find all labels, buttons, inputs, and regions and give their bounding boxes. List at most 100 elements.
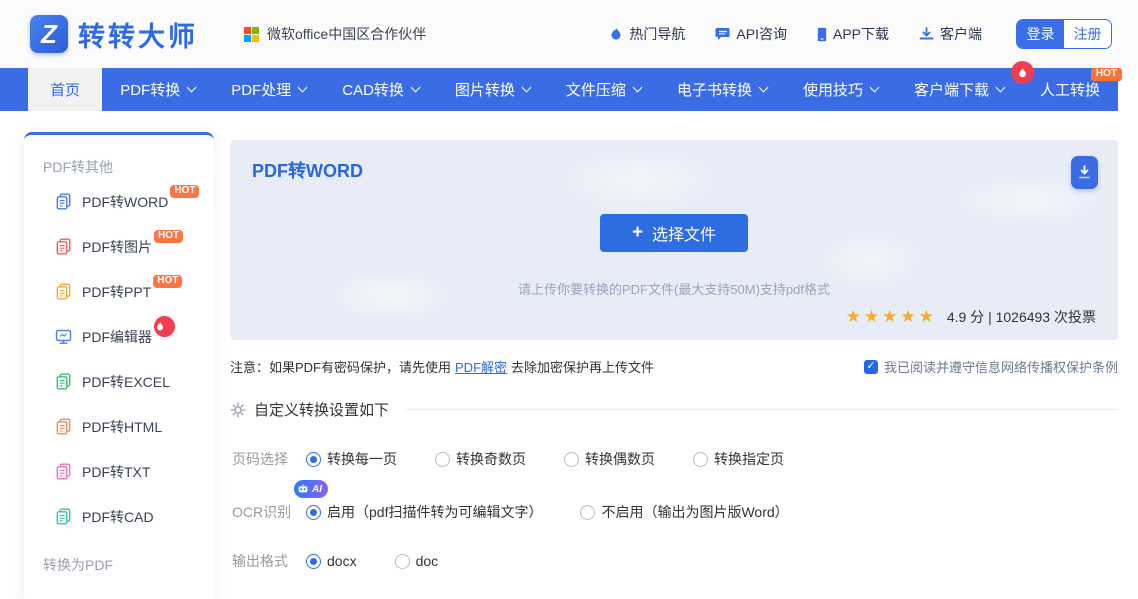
nav-pdf-process[interactable]: PDF处理 bbox=[213, 68, 324, 111]
doc-icon bbox=[56, 508, 71, 525]
radio-icon[interactable] bbox=[394, 553, 410, 569]
site-logo[interactable]: Z 转转大师 bbox=[30, 15, 198, 54]
upload-center: + 选择文件 请上传你要转换的PDF文件(最大支持50M)支持pdf格式 bbox=[230, 140, 1118, 298]
sidebar-item-pdf-to-cad[interactable]: PDF转CAD bbox=[24, 494, 214, 539]
settings-header: 自定义转换设置如下 bbox=[230, 399, 1118, 420]
checkbox-checked[interactable]: ✓ bbox=[863, 359, 878, 374]
radio-icon[interactable] bbox=[693, 451, 708, 467]
select-file-label: 选择文件 bbox=[652, 227, 717, 244]
upload-hint: 请上传你要转换的PDF文件(最大支持50M)支持pdf格式 bbox=[517, 282, 831, 297]
option-label: doc bbox=[415, 553, 439, 569]
ai-badge: AI bbox=[294, 480, 328, 498]
sidebar-item-pdf-to-txt[interactable]: PDF转TXT bbox=[24, 449, 214, 494]
sidebar-item-pdf-to-image[interactable]: PDF转图片 HOT bbox=[24, 224, 214, 269]
radio-docx[interactable]: docx bbox=[306, 553, 357, 569]
api-consult-label: API咨询 bbox=[736, 26, 787, 42]
sidebar-section-pdf-to-other: PDF转其他 bbox=[43, 159, 113, 175]
radio-icon[interactable] bbox=[580, 504, 596, 520]
chevron-down-icon bbox=[186, 82, 197, 93]
radio-icon[interactable] bbox=[306, 553, 321, 569]
options: 转换每一页 转换奇数页 转换偶数页 转换指定页 bbox=[306, 449, 784, 469]
nav-file-compress[interactable]: 文件压缩 bbox=[548, 68, 659, 111]
download-icon bbox=[1079, 164, 1090, 178]
sidebar-item-pdf-editor[interactable]: PDF编辑器 bbox=[24, 314, 214, 359]
flame-icon bbox=[609, 27, 623, 42]
sidebar-item-label: PDF转PPT bbox=[82, 283, 152, 300]
rating: ★★★★★ 4.9 分 | 1026493 次投票 bbox=[846, 307, 1096, 327]
hot-nav-label: 热门导航 bbox=[629, 26, 686, 42]
sidebar-item-label: PDF编辑器 bbox=[82, 328, 152, 345]
header-links: 热门导航 API咨询 APP下载 客户端 登录 注册 bbox=[579, 19, 1112, 49]
hot-nav-link[interactable]: 热门导航 bbox=[609, 24, 685, 44]
nav-home-label: 首页 bbox=[50, 82, 81, 99]
pdf-decrypt-link[interactable]: PDF解密 bbox=[455, 360, 507, 375]
sidebar-section-to-pdf: 转换为PDF bbox=[43, 557, 113, 573]
radio-specified-pages[interactable]: 转换指定页 bbox=[693, 449, 784, 469]
login-button[interactable]: 登录 bbox=[1017, 20, 1064, 48]
radio-odd-pages[interactable]: 转换奇数页 bbox=[435, 449, 526, 469]
sidebar: PDF转其他 PDF转WORD HOT PDF转图片 HOT PDF转PPT H… bbox=[24, 132, 214, 599]
radio-icon[interactable] bbox=[306, 451, 321, 467]
upload-hero: PDF转WORD + 选择文件 请上传你要转换的PDF文件(最大支持50M)支持… bbox=[230, 140, 1118, 340]
radio-doc[interactable]: doc bbox=[394, 553, 439, 569]
register-button[interactable]: 注册 bbox=[1064, 20, 1111, 48]
option-label: 转换指定页 bbox=[714, 451, 784, 467]
nav-client-download[interactable]: 客户端下载 bbox=[896, 61, 1034, 111]
radio-every-page[interactable]: 转换每一页 bbox=[306, 449, 397, 469]
nav-manual-convert[interactable]: 人工转换 HOT bbox=[1022, 68, 1122, 111]
chevron-down-icon bbox=[521, 82, 532, 93]
page-select-row: 页码选择 转换每一页 转换奇数页 转换偶数页 转换指定页 bbox=[230, 449, 1118, 469]
nav-tips[interactable]: 使用技巧 bbox=[785, 68, 896, 111]
nav-pdf-convert[interactable]: PDF转换 bbox=[102, 68, 213, 111]
doc-icon bbox=[56, 418, 71, 435]
microsoft-partner: 微软office中国区合作伙伴 bbox=[244, 24, 426, 44]
option-label: docx bbox=[327, 553, 357, 569]
sidebar-item-pdf-to-ppt[interactable]: PDF转PPT HOT bbox=[24, 269, 214, 314]
main-nav: 首页 PDF转换 PDF处理 CAD转换 图片转换 文件压缩 电子书转换 使用技… bbox=[0, 61, 1122, 111]
radio-icon[interactable] bbox=[435, 451, 450, 467]
sidebar-item-pdf-to-html[interactable]: PDF转HTML bbox=[24, 404, 214, 449]
output-format-row: 输出格式 docx doc bbox=[230, 551, 1118, 571]
hot-badge: HOT bbox=[170, 185, 200, 198]
settings-title: 自定义转换设置如下 bbox=[254, 402, 390, 419]
phone-icon bbox=[817, 27, 827, 42]
nav-cad-convert[interactable]: CAD转换 bbox=[324, 68, 437, 111]
sidebar-item-pdf-to-word[interactable]: PDF转WORD HOT bbox=[24, 179, 214, 224]
partner-text: 微软office中国区合作伙伴 bbox=[267, 26, 427, 42]
nav-ebook-convert[interactable]: 电子书转换 bbox=[659, 68, 785, 111]
star-icons: ★★★★★ bbox=[845, 307, 937, 326]
sidebar-item-pdf-to-excel[interactable]: PDF转EXCEL bbox=[24, 359, 214, 404]
doc-icon bbox=[56, 373, 71, 390]
flame-badge-icon bbox=[154, 316, 175, 337]
note-row: 注意：如果PDF有密码保护，请先使用 PDF解密 去除加密保护再上传文件 ✓ 我已阅… bbox=[230, 357, 1118, 376]
note-prefix: 注意：如果PDF有密码保护，请先使用 bbox=[230, 360, 452, 375]
radio-ocr-enable[interactable]: 启用（pdf扫描件转为可编辑文字） bbox=[306, 502, 542, 522]
divider bbox=[405, 409, 1118, 410]
nav-label: 图片转换 bbox=[454, 82, 515, 99]
nav-home[interactable]: 首页 bbox=[28, 68, 103, 111]
options: docx doc bbox=[306, 553, 438, 569]
chevron-down-icon bbox=[758, 82, 769, 93]
main-panel: PDF转WORD + 选择文件 请上传你要转换的PDF文件(最大支持50M)支持… bbox=[230, 132, 1118, 599]
nav-image-convert[interactable]: 图片转换 bbox=[437, 68, 548, 111]
client-link[interactable]: 客户端 bbox=[919, 24, 982, 44]
api-consult-link[interactable]: API咨询 bbox=[715, 24, 787, 44]
radio-ocr-disable[interactable]: 不启用（输出为图片版Word） bbox=[580, 502, 789, 522]
flame-badge-icon bbox=[1010, 61, 1034, 84]
radio-icon[interactable] bbox=[564, 451, 579, 467]
download-app-button[interactable] bbox=[1071, 156, 1098, 189]
sidebar-item-label: PDF转EXCEL bbox=[82, 373, 170, 390]
option-label: 转换奇数页 bbox=[456, 451, 526, 467]
radio-even-pages[interactable]: 转换偶数页 bbox=[564, 449, 655, 469]
select-file-button[interactable]: + 选择文件 bbox=[600, 214, 748, 252]
hot-badge: HOT bbox=[154, 230, 184, 243]
chevron-down-icon bbox=[869, 82, 880, 93]
hot-badge: HOT bbox=[1090, 68, 1122, 81]
row-label: 输出格式 bbox=[232, 553, 288, 569]
radio-icon[interactable] bbox=[306, 504, 321, 520]
content-area: PDF转其他 PDF转WORD HOT PDF转图片 HOT PDF转PPT H… bbox=[0, 111, 1138, 599]
nav-label: 文件压缩 bbox=[565, 82, 626, 99]
app-download-link[interactable]: APP下载 bbox=[817, 24, 889, 44]
agreement-row[interactable]: ✓ 我已阅读并遵守信息网络传播权保护条例 bbox=[863, 357, 1118, 376]
password-note: 注意：如果PDF有密码保护，请先使用 PDF解密 去除加密保护再上传文件 bbox=[230, 357, 654, 376]
